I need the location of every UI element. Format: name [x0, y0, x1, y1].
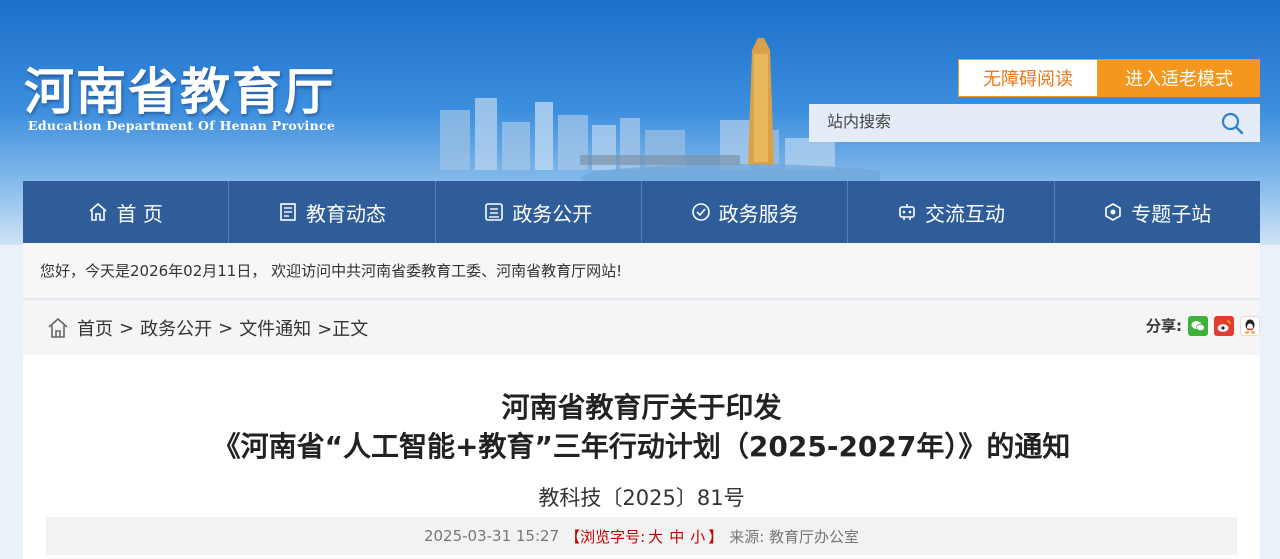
breadcrumb-file-notice-link[interactable]: 文件通知 [239, 315, 311, 341]
font-size-medium-button[interactable]: 中 [669, 526, 684, 547]
nav-item-label: 交流互动 [924, 201, 1005, 226]
topic-icon [1105, 203, 1122, 221]
nav-item-topic-sites[interactable]: 专题子站 [1055, 181, 1260, 243]
breadcrumb-separator: > [218, 317, 234, 339]
article-content: 首页 > 政务公开 > 文件通知 >正文 分享: 河南省教育厅关于印发 《河南省… [23, 301, 1260, 559]
breadcrumb: 首页 > 政务公开 > 文件通知 >正文 分享: [23, 301, 1260, 355]
interaction-icon [899, 204, 915, 220]
wechat-share-icon[interactable] [1188, 315, 1208, 336]
service-icon [691, 203, 710, 221]
nav-item-education-news[interactable]: 教育动态 [229, 181, 436, 243]
share-label: 分享: [1146, 317, 1182, 335]
breadcrumb-home-link[interactable]: 首页 [77, 315, 113, 341]
font-size-large-button[interactable]: 大 [648, 526, 663, 547]
nav-item-government-affairs[interactable]: 政务公开 [436, 181, 642, 243]
weibo-share-icon[interactable] [1214, 315, 1234, 336]
document-number: 教科技〔2025〕81号 [538, 486, 745, 510]
font-size-options-close: 】 [708, 527, 724, 546]
share-bar: 分享: [1146, 315, 1260, 336]
font-size-small-button[interactable]: 小 [690, 526, 705, 547]
search-input[interactable] [809, 104, 1199, 142]
site-logo-title: 河南省教育厅 [24, 62, 336, 121]
breadcrumb-separator: > [119, 317, 135, 339]
breadcrumb-current: >正文 [317, 319, 369, 340]
news-icon [280, 203, 296, 221]
nav-item-label: 教育动态 [305, 201, 386, 226]
article-meta-bar: 2025-03-31 15:27 【浏览字号: 大 中 小 】 来源: 教育厅办… [46, 517, 1237, 555]
font-size-options-label: 【浏览字号: [565, 527, 646, 546]
qq-share-icon[interactable] [1240, 315, 1260, 336]
site-logo-subtitle: Education Department Of Henan Province [28, 118, 336, 133]
document-icon [485, 203, 504, 221]
nav-item-home[interactable]: 首 页 [23, 181, 230, 243]
publish-date: 2025-03-31 15:27 [423, 527, 560, 545]
nav-item-label: 政务服务 [718, 201, 799, 226]
search-icon[interactable] [1220, 111, 1244, 135]
article-title-line1: 河南省教育厅关于印发 [501, 391, 782, 424]
breadcrumb-government-affairs-link[interactable]: 政务公开 [140, 315, 212, 341]
article-title-line2: 《河南省“人工智能+教育”三年行动计划（2025-2027年）》的通知 [212, 430, 1071, 463]
main-nav: 首 页 教育动态 政务公开 政务服务 交流互动 专题子站 [23, 181, 1260, 243]
welcome-bar: 您好，今天是2026年02月11日， 欢迎访问中共河南省委教育工委、河南省教育厅… [23, 243, 1260, 299]
nav-item-label: 首 页 [116, 201, 163, 226]
home-icon [89, 202, 108, 221]
search-box [809, 104, 1260, 142]
article-source: 来源: 教育厅办公室 [729, 527, 860, 546]
nav-item-label: 专题子站 [1131, 201, 1212, 226]
elderly-mode-button[interactable]: 进入适老模式 [1098, 59, 1260, 97]
nav-item-label: 政务公开 [512, 201, 593, 226]
home-icon[interactable] [47, 317, 69, 339]
nav-item-interaction[interactable]: 交流互动 [848, 181, 1055, 243]
accessible-reading-button[interactable]: 无障碍阅读 [958, 59, 1098, 97]
nav-item-government-services[interactable]: 政务服务 [642, 181, 849, 243]
